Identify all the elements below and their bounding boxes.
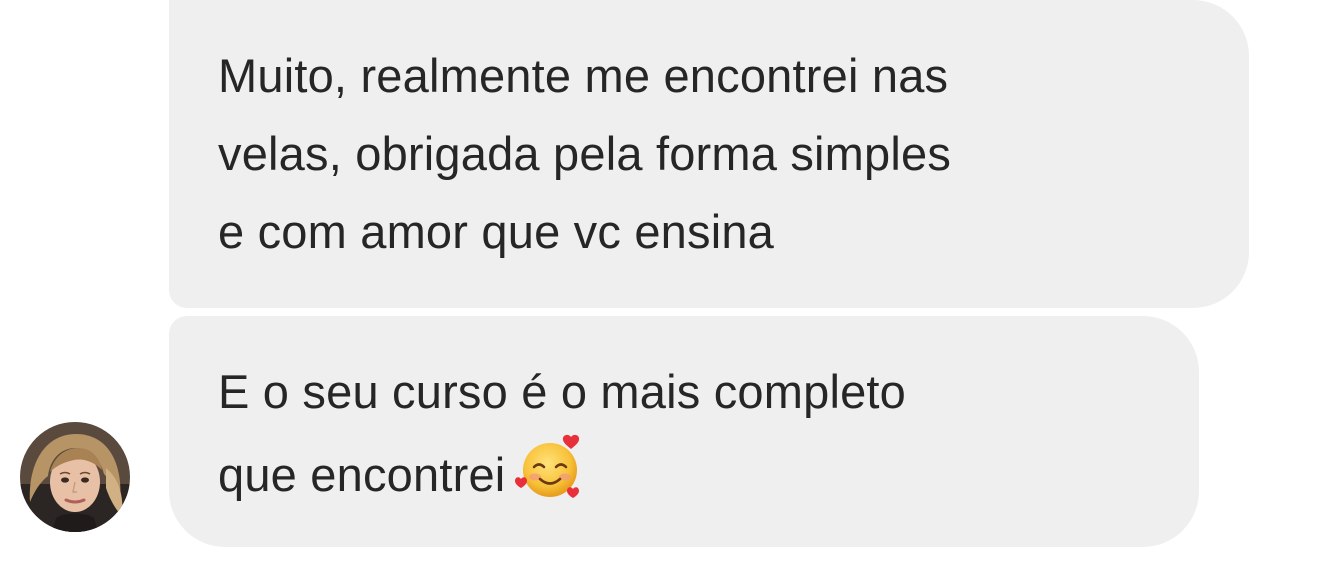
message-bubble[interactable]: E o seu curso é o mais completo que enco… (169, 316, 1199, 547)
message-text-segment: que encontrei (218, 448, 506, 501)
message-text-line: Muito, realmente me encontrei nas (218, 49, 949, 102)
message-text-line: e com amor que vc ensina (218, 205, 775, 258)
message-text-line: E o seu curso é o mais completo (218, 365, 907, 418)
message-bubble[interactable]: Muito, realmente me encontrei nas velas,… (169, 0, 1249, 308)
message-text-line: que encontrei (218, 431, 1159, 514)
smiling-face-with-hearts-icon (515, 434, 580, 498)
message-text-line: velas, obrigada pela forma simples (218, 127, 952, 180)
avatar[interactable] (20, 422, 130, 532)
avatar-photo (20, 422, 130, 532)
